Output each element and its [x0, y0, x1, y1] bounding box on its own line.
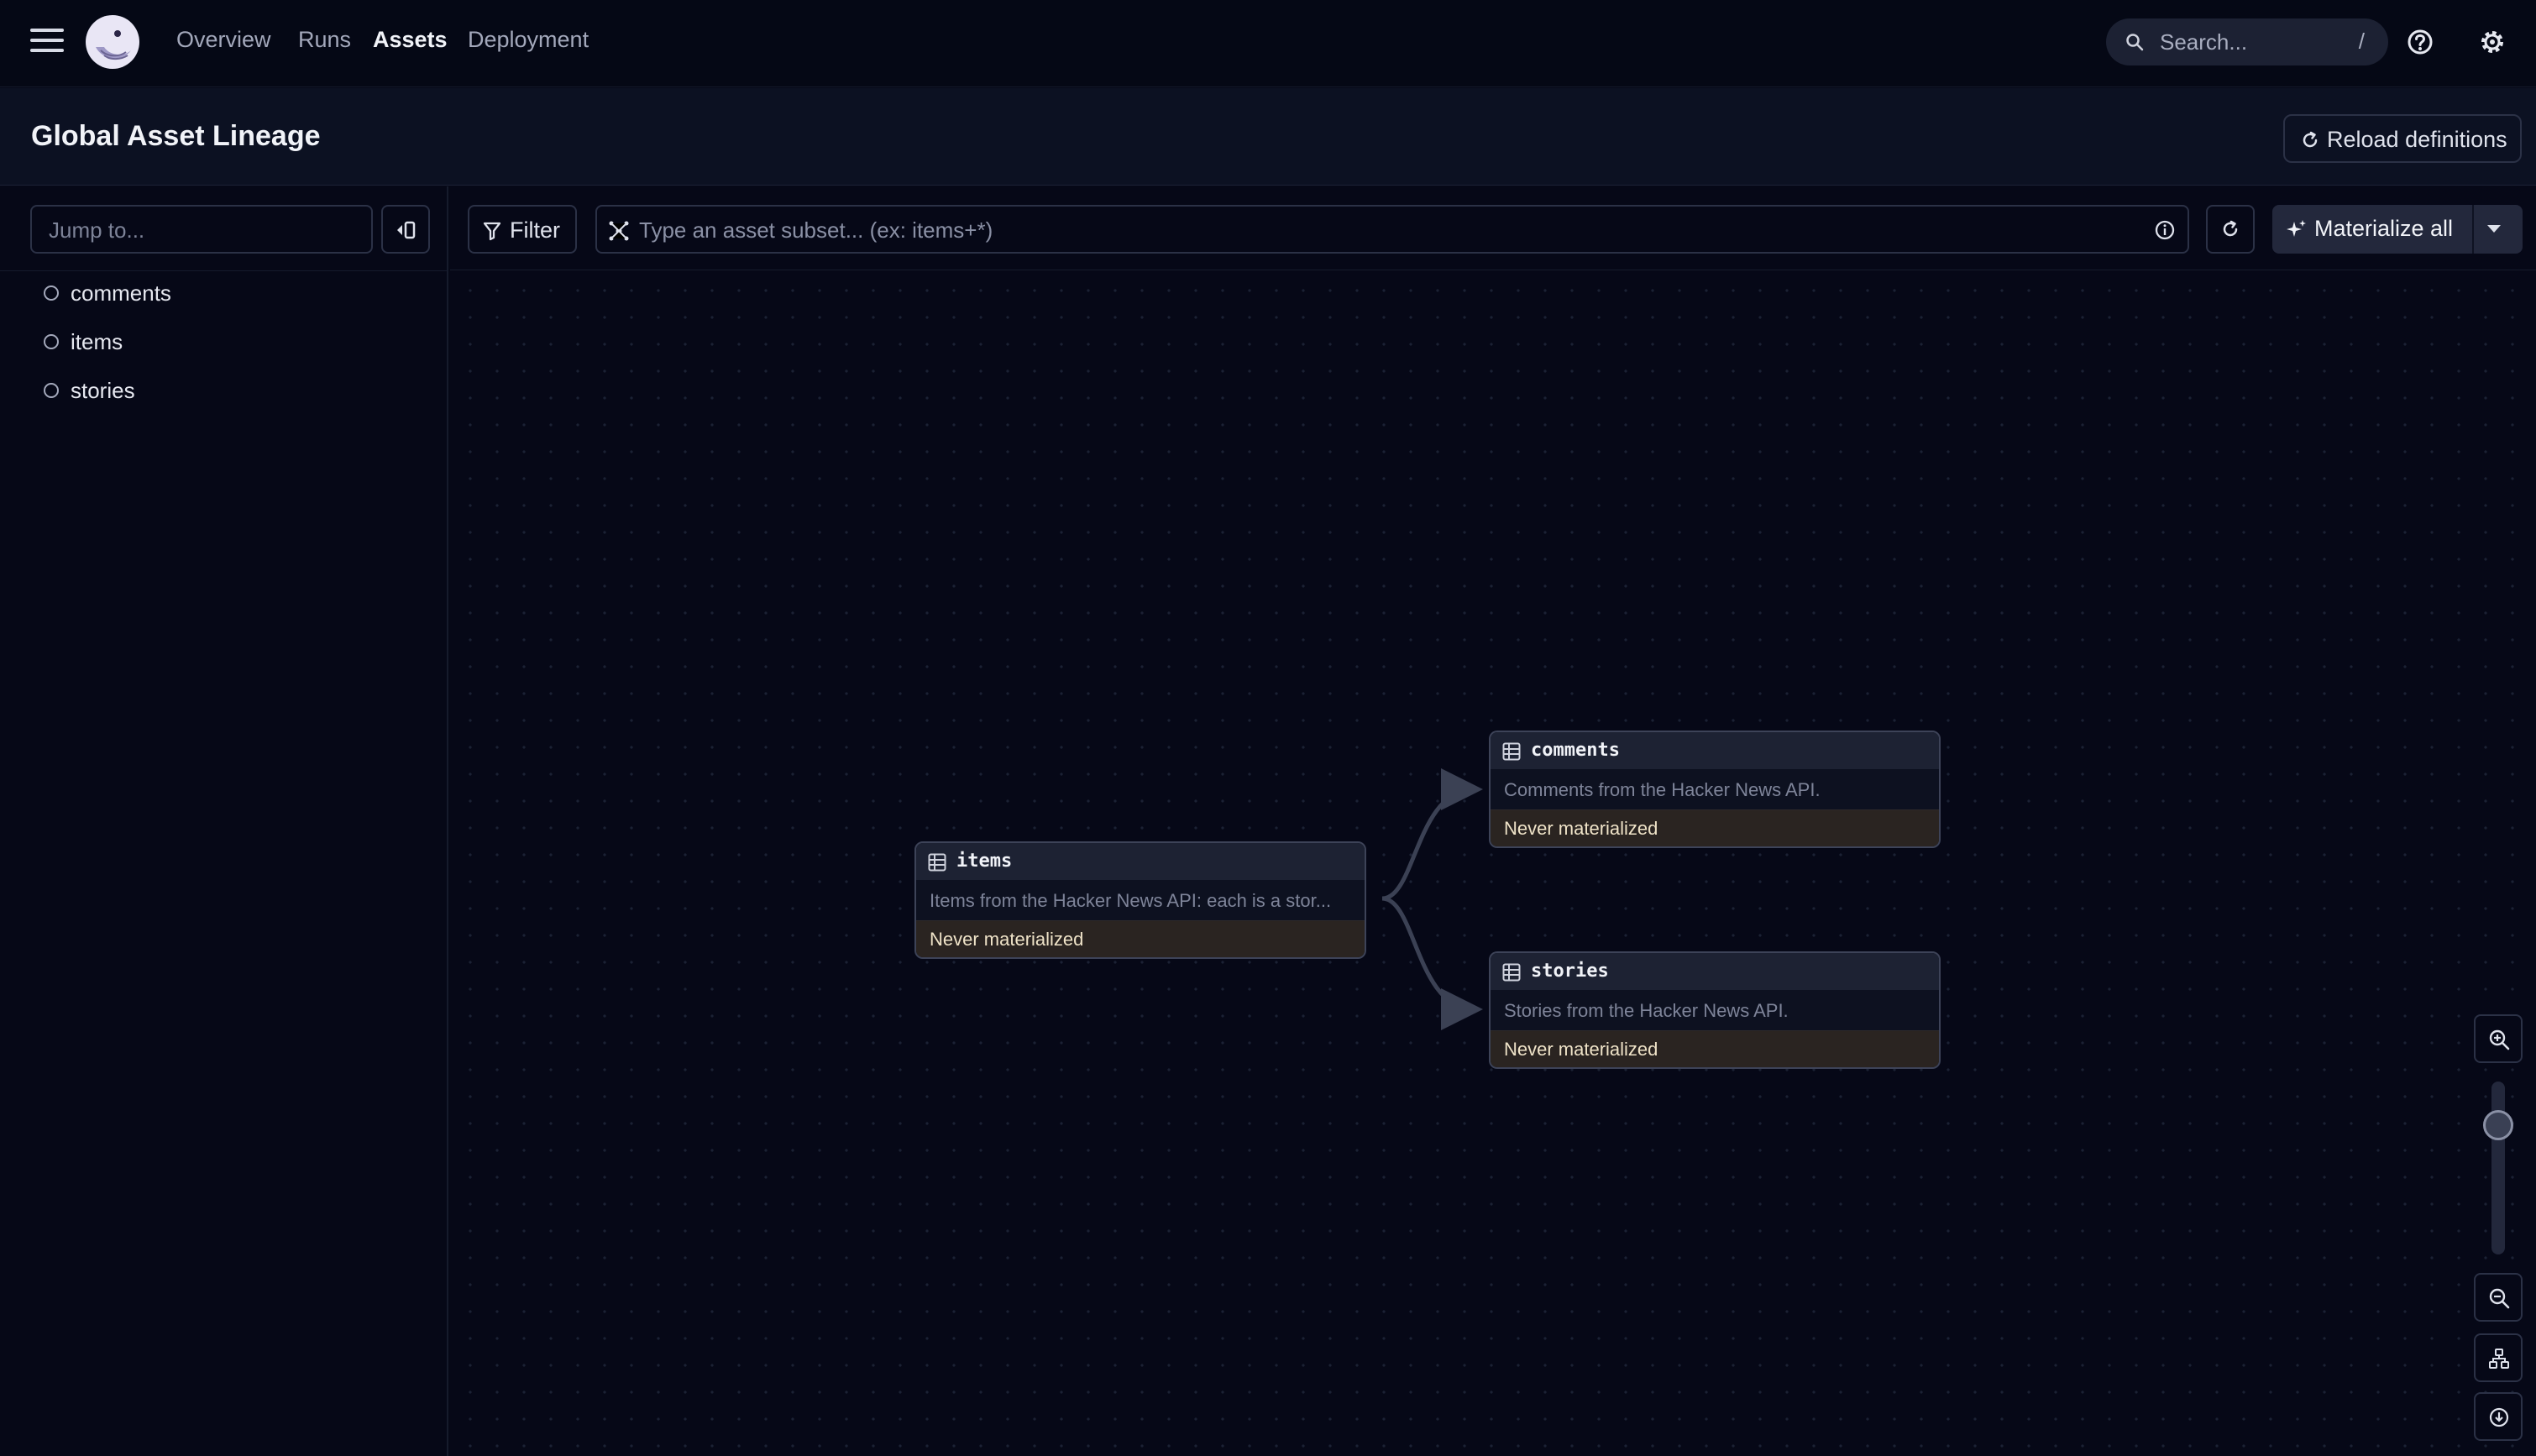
- asset-graph-canvas[interactable]: Filter Type an asset subset... (ex: item…: [450, 186, 2536, 1456]
- search-input[interactable]: Search... /: [2106, 18, 2388, 65]
- asset-node-status: Never materialized: [1491, 1030, 1939, 1067]
- nav-runs[interactable]: Runs: [298, 27, 351, 53]
- download-graph-button[interactable]: [2474, 1392, 2523, 1441]
- reload-icon: [2303, 131, 2318, 148]
- search-placeholder: Search...: [2160, 29, 2248, 55]
- asset-node-status-label: Never materialized: [930, 929, 1084, 950]
- sidebar-item-label: comments: [71, 280, 171, 306]
- jump-to-input[interactable]: Jump to...: [30, 205, 373, 254]
- sidebar-collapse-icon: [397, 221, 416, 239]
- asset-node-stories[interactable]: stories Stories from the Hacker News API…: [1489, 951, 1941, 1069]
- zoom-slider[interactable]: [2483, 1082, 2513, 1254]
- help-icon[interactable]: [2403, 25, 2437, 59]
- asset-node-status: Never materialized: [1491, 809, 1939, 846]
- reload-definitions-label: Reload definitions: [2327, 127, 2507, 152]
- asset-status-dot: [44, 285, 59, 301]
- search-icon: [2126, 34, 2144, 51]
- asset-node-status-label: Never materialized: [1504, 818, 1658, 839]
- download-icon: [2489, 1407, 2509, 1427]
- zoom-out-button[interactable]: [2474, 1273, 2523, 1322]
- search-shortcut-hint: /: [2358, 29, 2365, 54]
- asset-node-header: stories: [1491, 953, 1939, 990]
- asset-node-description: Comments from the Hacker News API.: [1504, 779, 1821, 800]
- zoom-out-icon: [2489, 1288, 2510, 1309]
- sidebar-divider: [0, 270, 447, 271]
- nav-assets[interactable]: Assets: [373, 27, 448, 53]
- asset-node-header: items: [916, 843, 1365, 880]
- asset-node-description: Items from the Hacker News API: each is …: [930, 890, 1332, 911]
- edge-items-to-comments: [1381, 768, 1483, 901]
- edge-items-to-stories: [1381, 896, 1483, 1030]
- zoom-in-button[interactable]: [2474, 1014, 2523, 1063]
- reload-definitions-button[interactable]: Reload definitions: [2283, 114, 2522, 163]
- sidebar-item-label: stories: [71, 378, 135, 403]
- collapse-sidebar-button[interactable]: [381, 205, 430, 254]
- zoom-slider-handle[interactable]: [2483, 1110, 2513, 1140]
- nav-deployment[interactable]: Deployment: [468, 27, 589, 53]
- asset-node-name: stories: [1531, 961, 1609, 982]
- table-icon: [928, 853, 946, 872]
- asset-node-header: comments: [1491, 732, 1939, 769]
- table-icon: [1502, 963, 1521, 982]
- sidebar-item-label: items: [71, 329, 123, 354]
- asset-node-items[interactable]: items Items from the Hacker News API: ea…: [914, 841, 1366, 959]
- page-title: Global Asset Lineage: [31, 120, 321, 152]
- asset-node-description: Stories from the Hacker News API.: [1504, 1000, 1789, 1021]
- asset-sidebar: Jump to... comments items stories: [0, 186, 448, 1456]
- dagster-logo[interactable]: [84, 13, 141, 71]
- zoom-in-icon: [2489, 1029, 2510, 1050]
- page-header: Global Asset Lineage Reload definitions: [0, 88, 2536, 186]
- table-icon: [1502, 742, 1521, 761]
- asset-node-comments[interactable]: comments Comments from the Hacker News A…: [1489, 731, 1941, 848]
- menu-icon[interactable]: [30, 29, 64, 55]
- asset-node-status-label: Never materialized: [1504, 1039, 1658, 1060]
- settings-gear-icon[interactable]: [2476, 25, 2509, 59]
- hierarchy-layout-icon: [2489, 1349, 2509, 1369]
- asset-status-dot: [44, 334, 59, 349]
- top-navigation-bar: Overview Runs Assets Deployment Search..…: [0, 0, 2536, 87]
- asset-node-name: items: [956, 851, 1013, 872]
- asset-node-status: Never materialized: [916, 920, 1365, 957]
- nav-overview[interactable]: Overview: [176, 27, 271, 53]
- layout-graph-button[interactable]: [2474, 1333, 2523, 1382]
- asset-node-name: comments: [1531, 740, 1620, 761]
- asset-status-dot: [44, 383, 59, 398]
